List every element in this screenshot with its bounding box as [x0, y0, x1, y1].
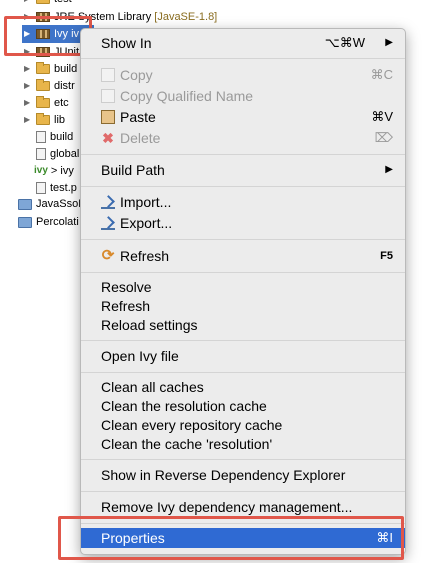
folder-icon [36, 79, 50, 91]
menu-item-open-ivy-file[interactable]: Open Ivy file [81, 346, 405, 366]
delete-icon: ✖ [102, 130, 114, 146]
tree-item-test[interactable]: ▶ test [24, 0, 72, 8]
menu-item-remove-ivy-dependency[interactable]: Remove Ivy dependency management... [81, 497, 405, 517]
menu-item-resolve[interactable]: Resolve [81, 277, 405, 297]
menu-separator [81, 186, 405, 187]
delete-shortcut: ⌦ [374, 130, 393, 145]
refresh-shortcut: F5 [380, 250, 393, 262]
folder-icon [36, 62, 50, 74]
expand-arrow-icon[interactable]: ▶ [24, 25, 32, 43]
tree-item-distr[interactable]: ▶ distr [24, 77, 75, 95]
submenu-arrow-icon: ▶ [385, 164, 393, 175]
tree-item-label: JavaSsoE [36, 198, 86, 210]
paste-icon [101, 110, 115, 124]
menu-item-paste[interactable]: Paste ⌘V [81, 107, 405, 127]
show-in-shortcut: ⌥⌘W [324, 35, 365, 50]
tree-item-junit[interactable]: ▶ JUnit [24, 43, 79, 61]
expand-arrow-icon[interactable]: ▶ [24, 77, 32, 95]
tree-item-build-folder[interactable]: ▶ build [24, 60, 77, 78]
menu-item-clean-all-caches[interactable]: Clean all caches [81, 377, 405, 397]
tree-item-jre-library[interactable]: ▶ JRE System Library [JavaSE-1.8] [24, 8, 217, 26]
import-icon [101, 195, 115, 209]
tree-item-label: JRE System Library [54, 11, 152, 23]
menu-separator [81, 459, 405, 460]
properties-shortcut: ⌘I [376, 530, 393, 545]
menu-separator [81, 239, 405, 240]
tree-item-etc[interactable]: ▶ etc [24, 94, 69, 112]
menu-separator [81, 58, 405, 59]
tree-item-label: test [54, 0, 72, 8]
library-icon [36, 47, 50, 57]
refresh-icon: ⟳ [101, 247, 115, 264]
file-icon [36, 148, 46, 160]
project-icon [18, 216, 32, 228]
file-icon [36, 182, 46, 194]
menu-separator [81, 272, 405, 273]
tree-item-label: > ivy [50, 165, 74, 177]
menu-item-clean-repository-cache[interactable]: Clean every repository cache [81, 415, 405, 435]
menu-item-properties[interactable]: Properties ⌘I [81, 528, 405, 548]
tree-item-build-file[interactable]: build [36, 128, 73, 146]
menu-item-reload-settings[interactable]: Reload settings [81, 315, 405, 335]
menu-item-clean-cache-resolution[interactable]: Clean the cache 'resolution' [81, 434, 405, 454]
tree-item-label: JUnit [54, 46, 80, 58]
menu-separator [81, 154, 405, 155]
menu-item-show-in[interactable]: Show In ⌥⌘W ▶ [81, 33, 405, 53]
copy-qualified-name-icon [101, 89, 115, 103]
project-icon [18, 198, 32, 210]
folder-icon [36, 0, 50, 4]
expand-arrow-icon[interactable]: ▶ [24, 94, 32, 112]
tree-item-label: Ivy iv [54, 28, 80, 40]
tree-item-lib[interactable]: ▶ lib [24, 111, 65, 129]
menu-item-show-reverse-dependency[interactable]: Show in Reverse Dependency Explorer [81, 465, 405, 485]
expand-arrow-icon[interactable]: ▶ [24, 60, 32, 78]
menu-item-refresh[interactable]: ⟳ Refresh F5 [81, 246, 405, 266]
folder-icon [36, 96, 50, 108]
tree-item-global[interactable]: global [36, 145, 79, 163]
menu-separator [81, 340, 405, 341]
tree-item-label: etc [54, 97, 69, 109]
tree-item-label: build [54, 63, 78, 75]
copy-shortcut: ⌘C [370, 67, 393, 82]
expand-arrow-icon[interactable]: ▶ [24, 43, 32, 61]
menu-item-build-path[interactable]: Build Path ▶ [81, 160, 405, 180]
tree-item-label: lib [54, 114, 66, 126]
expand-arrow-icon[interactable]: ▶ [24, 0, 32, 8]
tree-item-label: build [50, 131, 74, 143]
menu-item-copy[interactable]: Copy ⌘C [81, 65, 405, 85]
tree-item-label: distr [54, 80, 75, 92]
tree-item-project-percolation[interactable]: Percolati [18, 213, 79, 231]
xml-file-icon [36, 131, 46, 143]
ivy-file-icon: ivy [34, 165, 48, 176]
export-icon [101, 216, 115, 230]
menu-separator [81, 491, 405, 492]
folder-icon [36, 113, 50, 125]
menu-item-import[interactable]: Import... [81, 192, 405, 212]
library-icon [36, 29, 50, 39]
tree-item-label: Percolati [36, 216, 79, 228]
submenu-arrow-icon: ▶ [385, 37, 393, 48]
library-icon [36, 12, 50, 22]
menu-item-delete[interactable]: ✖ Delete ⌦ [81, 128, 405, 148]
paste-shortcut: ⌘V [371, 109, 393, 124]
menu-item-clean-resolution-cache[interactable]: Clean the resolution cache [81, 396, 405, 416]
menu-item-export[interactable]: Export... [81, 213, 405, 233]
context-menu: Show In ⌥⌘W ▶ Copy ⌘C Copy Qualified Nam… [80, 28, 406, 555]
tree-item-suffix: [JavaSE-1.8] [154, 11, 218, 23]
menu-separator [81, 523, 405, 524]
menu-separator [81, 372, 405, 373]
menu-item-copy-qualified-name[interactable]: Copy Qualified Name [81, 86, 405, 106]
tree-item-ivy-file[interactable]: ivy > ivy [34, 162, 74, 180]
copy-icon [101, 68, 115, 82]
expand-arrow-icon[interactable]: ▶ [24, 8, 32, 26]
expand-arrow-icon[interactable]: ▶ [24, 111, 32, 129]
tree-item-project-javasso[interactable]: JavaSsoE [18, 195, 86, 213]
tree-item-label: global [50, 148, 80, 160]
menu-item-ivy-refresh[interactable]: Refresh [81, 296, 405, 316]
